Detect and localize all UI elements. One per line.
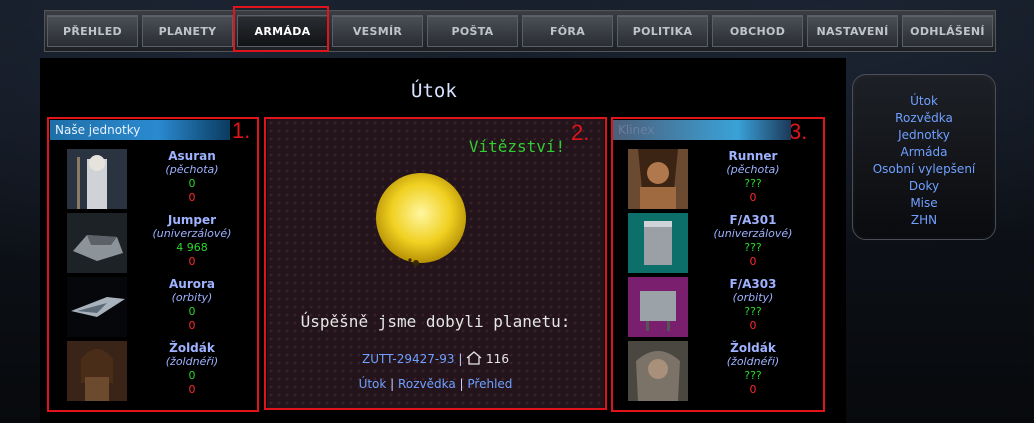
unit-loss: 0 <box>749 319 757 332</box>
unit-name[interactable]: F/A301 <box>698 213 808 227</box>
separator: | <box>458 352 463 366</box>
unit-name[interactable]: F/A303 <box>698 277 808 291</box>
unit-count: ??? <box>744 177 762 190</box>
unit-loss: 0 <box>749 383 757 396</box>
army-submenu: Útok Rozvědka Jednotky Armáda Osobní vyl… <box>852 74 996 240</box>
nav-obchod[interactable]: OBCHOD <box>712 15 803 47</box>
menu-zhn[interactable]: ZHN <box>859 212 989 229</box>
result-links: Útok | Rozvědka | Přehled <box>267 377 604 391</box>
conquer-message: Úspěšně jsme dobyli planetu: <box>300 312 571 331</box>
menu-mise[interactable]: Mise <box>859 195 989 212</box>
unit-loss: 0 <box>188 255 196 268</box>
active-tab-highlight <box>233 6 329 52</box>
link-separator: | <box>390 377 395 391</box>
link-utok[interactable]: Útok <box>359 377 387 391</box>
unit-loss: 0 <box>749 191 757 204</box>
unit-loss: 0 <box>188 383 196 396</box>
unit-type: (žoldnéři) <box>726 355 780 368</box>
unit-loss: 0 <box>188 191 196 204</box>
runner-image <box>628 149 688 209</box>
unit-loss: 0 <box>749 255 757 268</box>
our-unit-zoldak: Žoldák (žoldnéři) 0 0 <box>67 341 247 401</box>
unit-count: 4 968 <box>176 241 208 254</box>
planet-link[interactable]: ZUTT-29427-93 <box>362 352 454 366</box>
nav-fora[interactable]: FÓRA <box>522 15 613 47</box>
nav-planety[interactable]: PLANETY <box>142 15 233 47</box>
link-separator: | <box>459 377 464 391</box>
enemy-zoldak-image <box>628 341 688 401</box>
page-title: Útok <box>411 80 457 102</box>
menu-armada[interactable]: Armáda <box>859 144 989 161</box>
enemy-unit-runner: Runner (pěchota) ??? 0 <box>628 149 808 209</box>
menu-rozvedka[interactable]: Rozvědka <box>859 110 989 127</box>
victory-title: Vítězství! <box>468 137 566 156</box>
main-navigation: PŘEHLED PLANETY ARMÁDA VESMÍR POŠTA FÓRA… <box>44 10 996 52</box>
unit-type: (žoldnéři) <box>165 355 219 368</box>
nav-prehled[interactable]: PŘEHLED <box>47 15 138 47</box>
unit-type: (pěchota) <box>726 163 780 176</box>
our-unit-asuran: Asuran (pěchota) 0 0 <box>67 149 247 209</box>
unit-name[interactable]: Žoldák <box>698 341 808 355</box>
unit-count: 0 <box>188 177 196 190</box>
unit-name[interactable]: Žoldák <box>137 341 247 355</box>
menu-osobni-vylepseni[interactable]: Osobní vylepšení <box>859 161 989 178</box>
aurora-image <box>67 277 127 337</box>
nav-odhlaseni[interactable]: ODHLÁŠENÍ <box>902 15 993 47</box>
zoldak-image <box>67 341 127 401</box>
link-prehled[interactable]: Přehled <box>467 377 512 391</box>
unit-type: (pěchota) <box>165 163 219 176</box>
nav-nastaveni[interactable]: NASTAVENÍ <box>807 15 898 47</box>
asuran-image <box>67 149 127 209</box>
jumper-image <box>67 213 127 273</box>
nav-posta[interactable]: POŠTA <box>427 15 518 47</box>
unit-name[interactable]: Jumper <box>137 213 247 227</box>
nav-politika[interactable]: POLITIKA <box>617 15 708 47</box>
link-rozvedka[interactable]: Rozvědka <box>398 377 456 391</box>
menu-utok[interactable]: Útok <box>859 93 989 110</box>
unit-count: ??? <box>744 369 762 382</box>
nav-vesmir[interactable]: VESMÍR <box>332 15 423 47</box>
unit-count: 0 <box>188 305 196 318</box>
house-icon <box>466 351 482 365</box>
menu-jednotky[interactable]: Jednotky <box>859 127 989 144</box>
unit-type: (univerzálové) <box>152 227 232 240</box>
unit-type: (orbity) <box>732 291 774 304</box>
unit-count: ??? <box>744 305 762 318</box>
unit-name[interactable]: Aurora <box>137 277 247 291</box>
our-unit-jumper: Jumper (univerzálové) 4 968 0 <box>67 213 247 273</box>
unit-name[interactable]: Runner <box>698 149 808 163</box>
planet-image <box>376 173 466 266</box>
enemy-unit-fa301: F/A301 (univerzálové) ??? 0 <box>628 213 808 273</box>
planet-line: ZUTT-29427-93 | 116 <box>267 351 604 366</box>
fa301-image <box>628 213 688 273</box>
unit-count: ??? <box>744 241 762 254</box>
fa303-image <box>628 277 688 337</box>
panel-number-3: 3. <box>789 119 808 144</box>
enemy-units-header: Klinex <box>613 120 791 140</box>
our-unit-aurora: Aurora (orbity) 0 0 <box>67 277 247 337</box>
unit-loss: 0 <box>188 319 196 332</box>
planet-count: 116 <box>486 352 509 366</box>
menu-doky[interactable]: Doky <box>859 178 989 195</box>
unit-count: 0 <box>188 369 196 382</box>
enemy-unit-fa303: F/A303 (orbity) ??? 0 <box>628 277 808 337</box>
enemy-unit-zoldak: Žoldák (žoldnéři) ??? 0 <box>628 341 808 401</box>
unit-type: (orbity) <box>171 291 213 304</box>
unit-type: (univerzálové) <box>713 227 793 240</box>
